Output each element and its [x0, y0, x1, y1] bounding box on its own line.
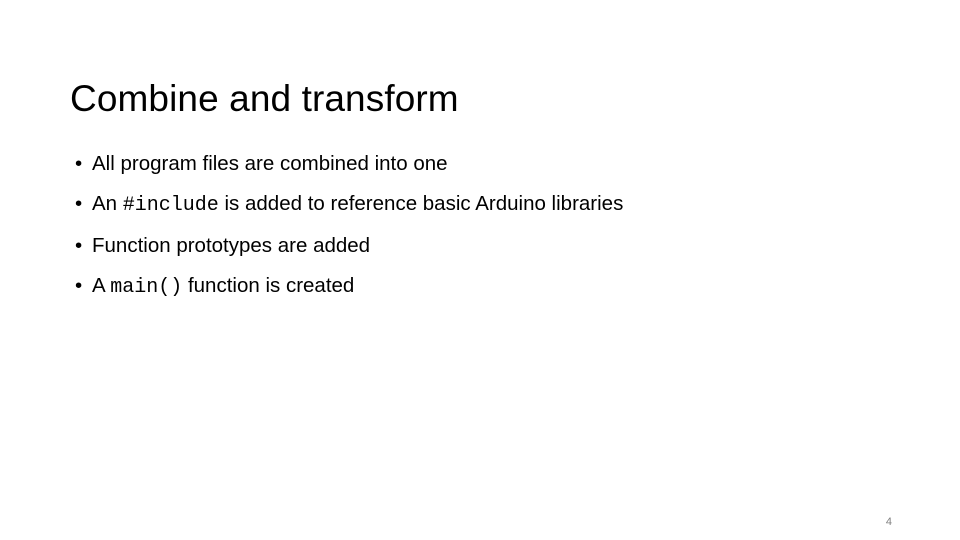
list-item-label: Function prototypes are added: [92, 234, 370, 257]
bullet-list: • All program files are combined into one…: [72, 144, 902, 308]
bullet-icon: •: [75, 234, 83, 257]
list-item: • A main() function is created: [72, 266, 902, 308]
bullet-icon: •: [75, 192, 83, 215]
inline-text: A: [92, 274, 111, 297]
list-item-label: An #include is added to reference basic …: [92, 192, 624, 217]
page-title: Combine and transform: [70, 77, 459, 119]
inline-text: is added to reference basic Arduino libr…: [218, 192, 624, 215]
bullet-icon: •: [75, 274, 83, 297]
list-item: • Function prototypes are added: [72, 226, 902, 266]
list-item: • All program files are combined into one: [72, 144, 902, 184]
inline-text: function is created: [182, 274, 355, 297]
list-item-label: All program files are combined into one: [92, 152, 448, 175]
inline-code: #include: [122, 194, 219, 217]
slide-canvas: Combine and transform • All program files…: [0, 0, 960, 540]
inline-text: All program files are combined into one: [92, 152, 448, 175]
list-item-label: A main() function is created: [92, 274, 355, 299]
inline-text: An: [92, 192, 123, 215]
inline-text: Function prototypes are added: [92, 234, 371, 257]
list-item: • An #include is added to reference basic…: [72, 184, 902, 226]
page-number: 4: [885, 516, 892, 528]
bullet-icon: •: [75, 152, 83, 175]
inline-code: main(): [110, 276, 183, 299]
